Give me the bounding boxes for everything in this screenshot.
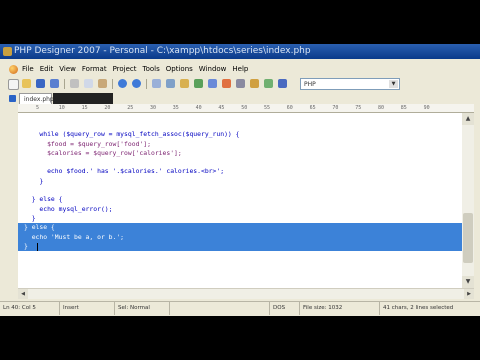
status-insert-mode: Insert bbox=[60, 302, 115, 315]
code-line[interactable]: } bbox=[24, 214, 239, 223]
scroll-right-icon[interactable]: ▶ bbox=[464, 289, 474, 299]
bookmark-icon[interactable] bbox=[180, 79, 189, 88]
title-bar: PHP Designer 2007 - Personal - C:\xampp\… bbox=[0, 44, 480, 59]
code-line[interactable]: while ($query_row = mysql_fetch_assoc($q… bbox=[24, 130, 239, 139]
scroll-up-icon[interactable]: ▲ bbox=[462, 113, 474, 125]
editor-window: PHP Designer 2007 - Personal - C:\xampp\… bbox=[0, 44, 480, 316]
toolbar-separator bbox=[146, 79, 147, 89]
window-title: PHP Designer 2007 - Personal - C:\xampp\… bbox=[14, 46, 311, 56]
help-icon[interactable] bbox=[250, 79, 259, 88]
ruler-tick: 20 bbox=[104, 105, 111, 111]
scroll-left-icon[interactable]: ◀ bbox=[18, 289, 28, 299]
horizontal-scrollbar[interactable]: ◀ ▶ bbox=[18, 288, 474, 299]
debug-icon[interactable] bbox=[208, 79, 217, 88]
code-line[interactable] bbox=[24, 186, 239, 195]
php-file-icon bbox=[9, 95, 16, 102]
toolbar-separator bbox=[64, 79, 65, 89]
menu-view[interactable]: View bbox=[59, 63, 76, 76]
vertical-scrollbar[interactable]: ▲ ▼ bbox=[462, 113, 474, 288]
paste-icon[interactable] bbox=[98, 79, 107, 88]
ruler-tick: 65 bbox=[309, 105, 316, 111]
ruler-tick: 10 bbox=[58, 105, 65, 111]
status-line-ending: DOS bbox=[270, 302, 300, 315]
tab-strip: index.php bbox=[0, 92, 480, 104]
status-bar: Ln 40: Col 5 Insert Sel: Normal DOS File… bbox=[0, 301, 480, 315]
menu-format[interactable]: Format bbox=[82, 63, 107, 76]
code-line[interactable]: echo mysql_error(); bbox=[24, 205, 239, 214]
code-line[interactable]: $calories = $query_row['calories']; bbox=[24, 149, 239, 158]
menu-tools[interactable]: Tools bbox=[143, 63, 160, 76]
code-editor[interactable]: while ($query_row = mysql_fetch_assoc($q… bbox=[18, 113, 462, 288]
language-select[interactable]: PHP ▼ bbox=[300, 78, 400, 90]
editor-gutter bbox=[0, 113, 18, 288]
ruler-tick: 5 bbox=[36, 105, 40, 111]
vertical-scroll-thumb[interactable] bbox=[463, 213, 473, 263]
ruler-tick: 55 bbox=[264, 105, 271, 111]
code-line[interactable] bbox=[24, 158, 239, 167]
code-area[interactable]: while ($query_row = mysql_fetch_assoc($q… bbox=[18, 121, 462, 252]
app-logo-icon bbox=[9, 65, 18, 74]
menu-help[interactable]: Help bbox=[232, 63, 248, 76]
ruler-tick: 25 bbox=[127, 105, 134, 111]
code-line[interactable] bbox=[24, 121, 239, 130]
status-selection-mode: Sel: Normal bbox=[115, 302, 170, 315]
open-folder-icon[interactable] bbox=[22, 79, 31, 88]
browser-preview-icon[interactable] bbox=[222, 79, 231, 88]
code-line[interactable]: } bbox=[24, 242, 239, 251]
ruler-tick: 75 bbox=[355, 105, 362, 111]
ruler-tick: 35 bbox=[172, 105, 179, 111]
scroll-down-icon[interactable]: ▼ bbox=[462, 276, 474, 288]
code-line[interactable]: } bbox=[24, 177, 239, 186]
new-file-icon[interactable] bbox=[8, 79, 19, 90]
app-icon bbox=[3, 47, 12, 56]
chevron-down-icon[interactable]: ▼ bbox=[389, 80, 398, 88]
undo-icon[interactable] bbox=[118, 79, 127, 88]
find-icon[interactable] bbox=[152, 79, 161, 88]
validate-icon[interactable] bbox=[264, 79, 273, 88]
copy-icon[interactable] bbox=[84, 79, 93, 88]
menu-file[interactable]: File bbox=[22, 63, 34, 76]
ftp-icon[interactable] bbox=[278, 79, 287, 88]
status-selection-info: 41 chars, 2 lines selected bbox=[383, 305, 454, 311]
text-caret bbox=[37, 242, 38, 251]
status-cursor-position: Ln 40: Col 5 bbox=[0, 302, 60, 315]
ruler-tick: 60 bbox=[286, 105, 293, 111]
menu-options[interactable]: Options bbox=[166, 63, 193, 76]
ruler-tick: 80 bbox=[378, 105, 385, 111]
status-spacer bbox=[170, 302, 270, 315]
run-icon[interactable] bbox=[194, 79, 203, 88]
menu-project[interactable]: Project bbox=[113, 63, 137, 76]
ruler-tick: 70 bbox=[332, 105, 339, 111]
code-line[interactable]: } else { bbox=[24, 223, 239, 232]
column-ruler: 5 10 15 20 25 30 35 40 45 50 55 60 65 70 75 80 85 90 bbox=[18, 104, 474, 113]
ruler-tick: 40 bbox=[195, 105, 202, 111]
code-line[interactable]: echo $food.' has '.$calories.' calories.… bbox=[24, 167, 239, 176]
toolbar: PHP ▼ bbox=[0, 77, 480, 92]
ruler-tick: 85 bbox=[400, 105, 407, 111]
save-all-icon[interactable] bbox=[50, 79, 59, 88]
status-file-size: File size: 1032 bbox=[300, 302, 380, 315]
settings-icon[interactable] bbox=[236, 79, 245, 88]
tab-index-php[interactable]: index.php bbox=[19, 93, 54, 104]
code-line[interactable]: } else { bbox=[24, 195, 239, 204]
save-icon[interactable] bbox=[36, 79, 45, 88]
menu-bar: File Edit View Format Project Tools Opti… bbox=[0, 63, 480, 76]
redo-icon[interactable] bbox=[132, 79, 141, 88]
language-select-value: PHP bbox=[304, 81, 316, 88]
ruler-tick: 15 bbox=[81, 105, 88, 111]
replace-icon[interactable] bbox=[166, 79, 175, 88]
ruler-tick: 45 bbox=[218, 105, 225, 111]
ruler-tick: 50 bbox=[241, 105, 248, 111]
menu-window[interactable]: Window bbox=[199, 63, 227, 76]
ruler-tick: 90 bbox=[423, 105, 430, 111]
tab-second[interactable] bbox=[53, 93, 113, 104]
code-line[interactable]: echo 'Must be a, or b.'; bbox=[24, 233, 239, 242]
code-line[interactable]: $food = $query_row['food']; bbox=[24, 140, 239, 149]
ruler-tick: 30 bbox=[150, 105, 157, 111]
menu-edit[interactable]: Edit bbox=[40, 63, 54, 76]
toolbar-separator bbox=[112, 79, 113, 89]
cut-icon[interactable] bbox=[70, 79, 79, 88]
